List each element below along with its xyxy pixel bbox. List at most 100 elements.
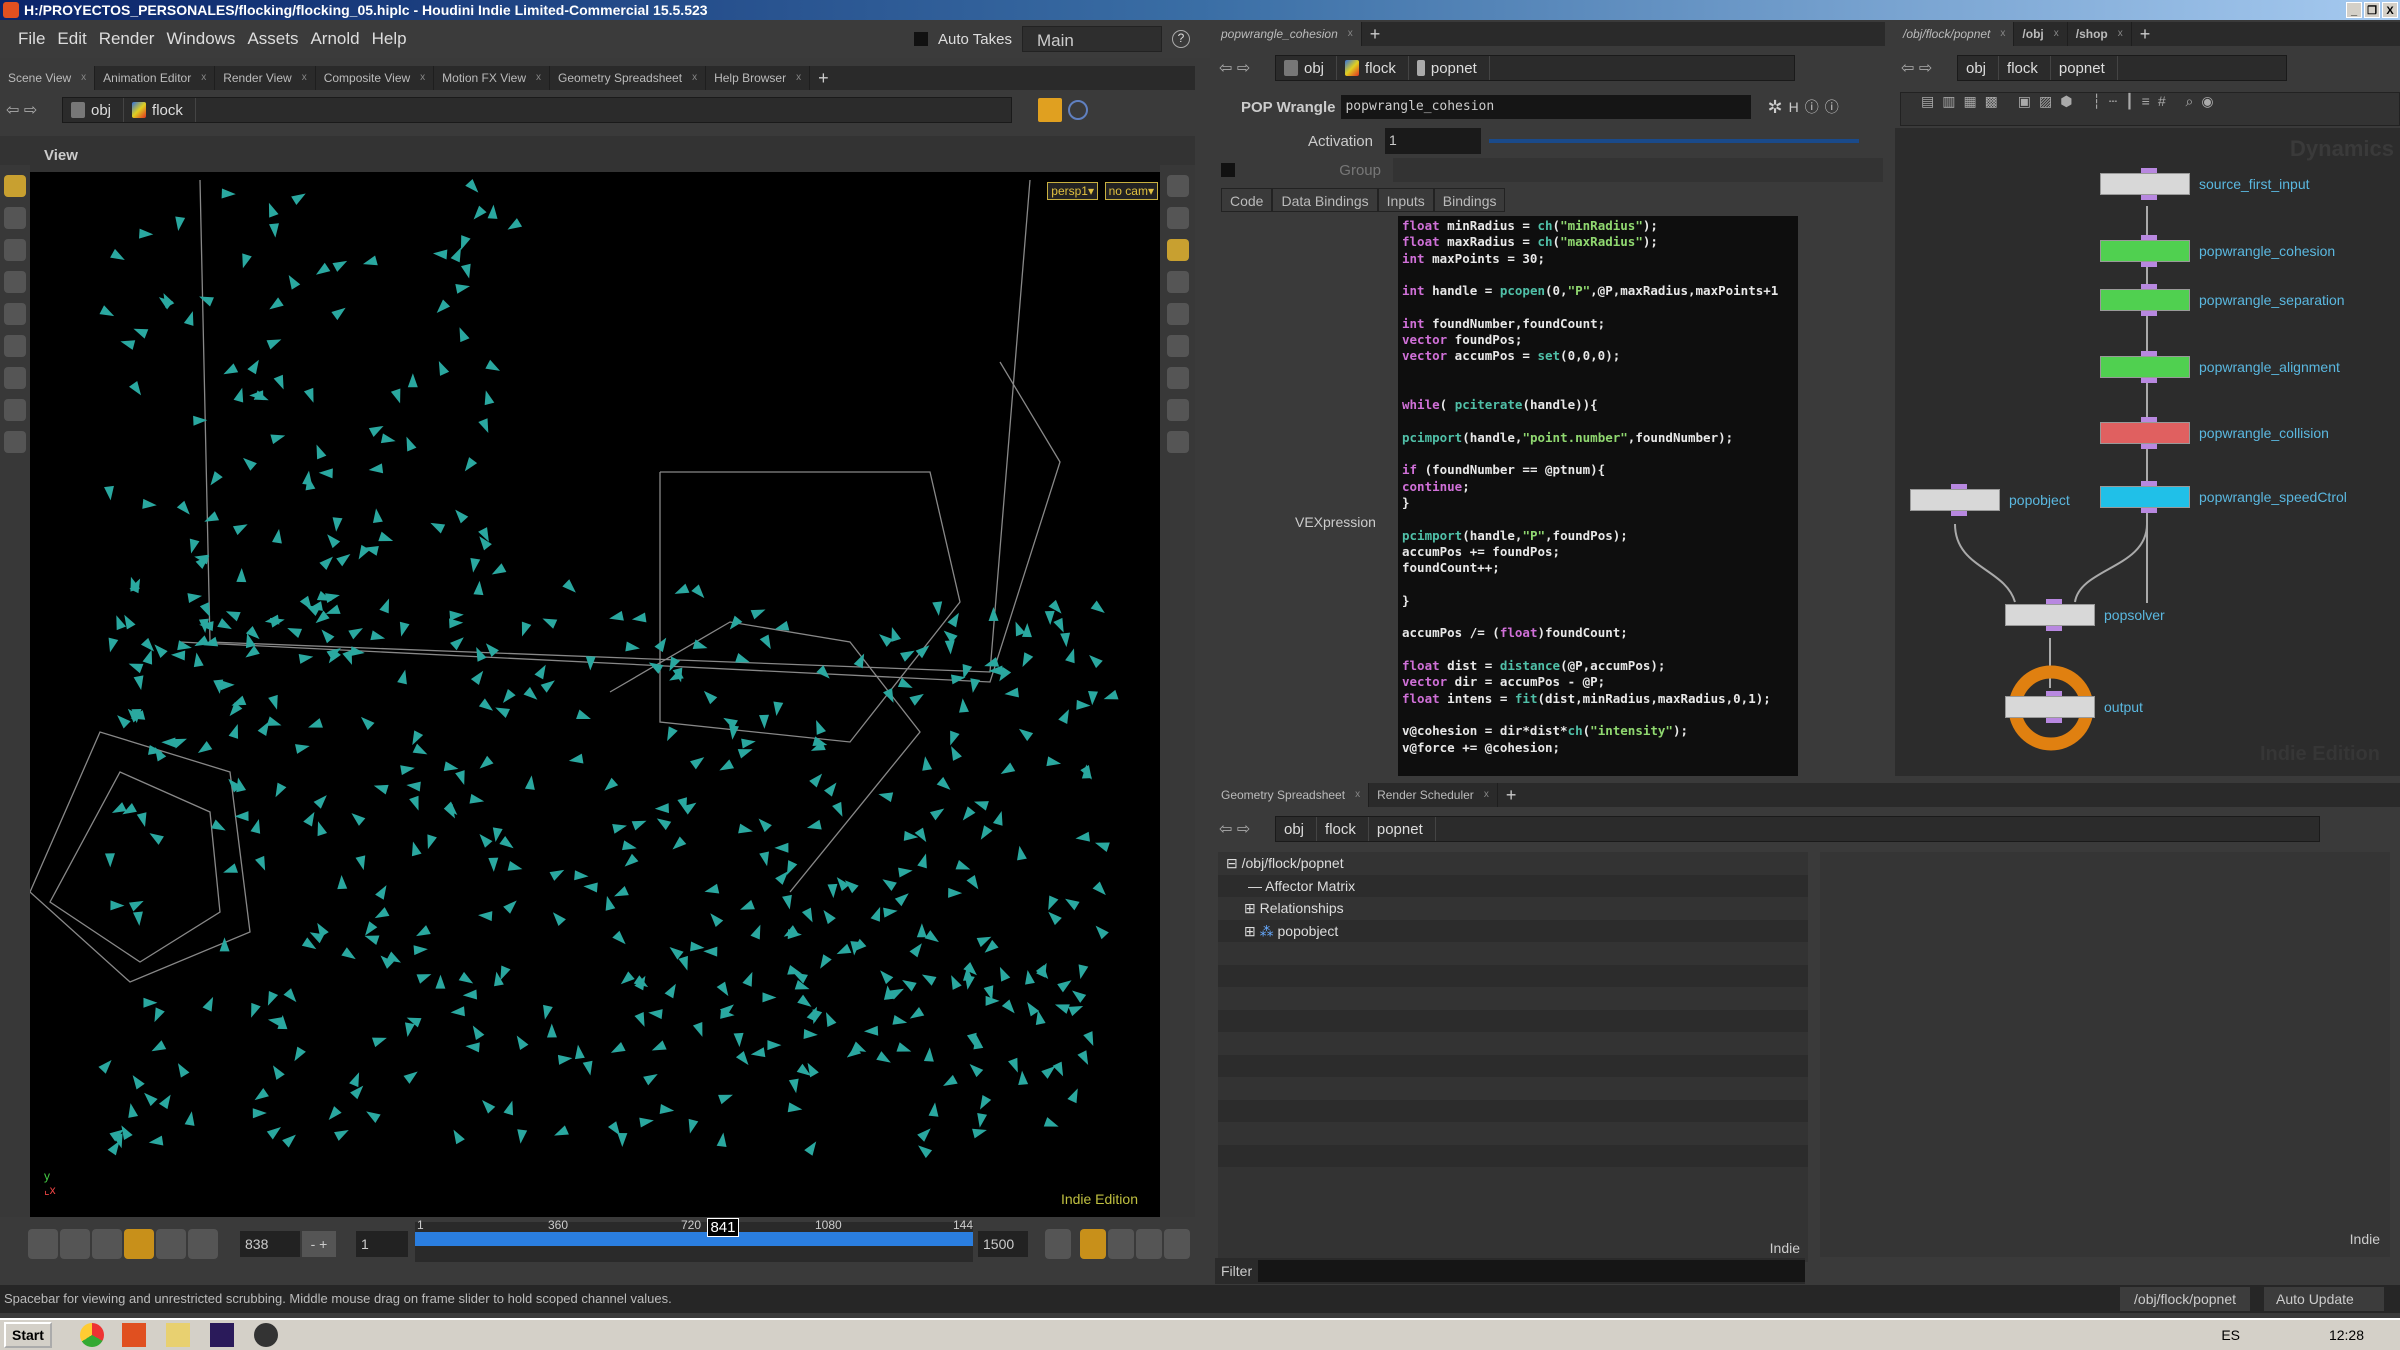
magnet-tool-icon[interactable] bbox=[4, 399, 26, 421]
3d-viewport[interactable]: persp1▾ no cam▾ Indie Edition y⌞x bbox=[30, 172, 1160, 1217]
close-tab-icon[interactable]: x bbox=[1355, 783, 1360, 807]
tab-shop[interactable]: /shopx bbox=[2068, 22, 2132, 46]
add-tab-button[interactable]: + bbox=[1362, 24, 1389, 45]
add-tab-button[interactable]: + bbox=[810, 68, 837, 89]
add-tab-button[interactable]: + bbox=[1498, 785, 1525, 806]
chrome-icon[interactable] bbox=[80, 1323, 104, 1347]
pose-tool-icon[interactable] bbox=[4, 335, 26, 357]
activation-slider[interactable] bbox=[1489, 139, 1859, 143]
menu-assets[interactable]: Assets bbox=[247, 29, 298, 49]
menu-file[interactable]: File bbox=[18, 29, 45, 49]
output-connector[interactable] bbox=[2141, 444, 2157, 449]
close-tab-icon[interactable]: x bbox=[1484, 783, 1489, 807]
scrub-frame-indicator[interactable]: 841 bbox=[707, 1218, 738, 1237]
auto-takes-checkbox[interactable] bbox=[914, 32, 928, 46]
close-tab-icon[interactable]: x bbox=[420, 66, 425, 90]
input-connector[interactable] bbox=[2046, 691, 2062, 696]
crumb-flock[interactable]: flock bbox=[1999, 56, 2051, 80]
frame-slider[interactable]: 1 360 720 1080 144 841 bbox=[415, 1222, 973, 1262]
play-icon[interactable] bbox=[156, 1229, 186, 1259]
tab-render-scheduler[interactable]: Render Schedulerx bbox=[1369, 783, 1498, 807]
activation-field[interactable]: 1 bbox=[1385, 128, 1481, 154]
help-icon[interactable]: ? bbox=[1172, 30, 1190, 48]
menu-windows[interactable]: Windows bbox=[166, 29, 235, 49]
grid-icon[interactable] bbox=[1167, 431, 1189, 453]
crumb-obj[interactable]: obj bbox=[63, 98, 124, 122]
houdini-taskbar-icon[interactable] bbox=[122, 1323, 146, 1347]
help-icon[interactable]: ⓘ bbox=[1825, 97, 1839, 117]
display-options-icon[interactable] bbox=[1167, 175, 1189, 197]
vex-code-editor[interactable]: float minRadius = ch("minRadius");float … bbox=[1398, 216, 1798, 776]
output-connector[interactable] bbox=[2141, 378, 2157, 383]
audio-icon[interactable] bbox=[1136, 1229, 1162, 1259]
node-popsolver[interactable]: popsolver bbox=[2005, 604, 2095, 626]
input-connector[interactable] bbox=[2141, 168, 2157, 173]
key-icon[interactable] bbox=[1045, 1229, 1071, 1259]
crumb-popnet[interactable]: popnet bbox=[1409, 56, 1490, 80]
tree-item-affector-matrix[interactable]: — Affector Matrix bbox=[1218, 875, 1808, 898]
tab-scene-view[interactable]: Scene Viewx bbox=[0, 66, 95, 90]
rotate-tool-icon[interactable] bbox=[4, 239, 26, 261]
filter-input[interactable] bbox=[1258, 1260, 1805, 1282]
close-button[interactable]: X bbox=[2382, 2, 2398, 18]
add-tab-button[interactable]: + bbox=[2132, 24, 2159, 45]
back-forward-icon[interactable]: ⇦ ⇨ bbox=[6, 100, 56, 120]
back-forward-icon[interactable]: ⇦ ⇨ bbox=[1901, 58, 1951, 78]
crumb-obj[interactable]: obj bbox=[1958, 56, 1999, 80]
menu-edit[interactable]: Edit bbox=[57, 29, 86, 49]
tab-bindings[interactable]: Bindings bbox=[1434, 188, 1506, 212]
restore-button[interactable]: ❐ bbox=[2364, 2, 2380, 18]
crumb-obj[interactable]: obj bbox=[1276, 56, 1337, 80]
crumb-popnet[interactable]: popnet bbox=[2051, 56, 2118, 80]
scale-tool-icon[interactable] bbox=[4, 271, 26, 293]
update-mode-select[interactable]: Auto Update bbox=[2264, 1287, 2384, 1311]
input-connector[interactable] bbox=[2141, 481, 2157, 486]
input-connector[interactable] bbox=[2141, 284, 2157, 289]
tab-animation-editor[interactable]: Animation Editorx bbox=[95, 66, 215, 90]
node-popwrangle-alignment[interactable]: popwrangle_alignment bbox=[2100, 356, 2190, 378]
node-popwrangle-speedCtrol[interactable]: popwrangle_speedCtrol bbox=[2100, 486, 2190, 508]
close-tab-icon[interactable]: x bbox=[201, 66, 206, 90]
tab-motion-fx-view[interactable]: Motion FX Viewx bbox=[434, 66, 550, 90]
move-tool-icon[interactable] bbox=[4, 207, 26, 229]
obs-icon[interactable] bbox=[254, 1323, 278, 1347]
tab-inputs[interactable]: Inputs bbox=[1378, 188, 1434, 212]
tab-code[interactable]: Code bbox=[1221, 188, 1272, 212]
language-indicator[interactable]: ES bbox=[2221, 1327, 2240, 1343]
group-enable-checkbox[interactable] bbox=[1221, 163, 1235, 177]
crumb-popnet[interactable]: popnet bbox=[1369, 817, 1436, 841]
after-effects-icon[interactable] bbox=[210, 1323, 234, 1347]
close-tab-icon[interactable]: x bbox=[2000, 22, 2005, 46]
close-tab-icon[interactable]: x bbox=[692, 66, 697, 90]
tab-popwrangle-cohesion[interactable]: popwrangle_cohesionx bbox=[1213, 22, 1362, 46]
input-connector[interactable] bbox=[2141, 417, 2157, 422]
group-field[interactable] bbox=[1393, 158, 1883, 182]
input-connector[interactable] bbox=[2046, 599, 2062, 604]
output-connector[interactable] bbox=[2046, 626, 2062, 631]
tab-render-view[interactable]: Render Viewx bbox=[215, 66, 315, 90]
desktop-select[interactable]: Main bbox=[1022, 26, 1162, 52]
menu-render[interactable]: Render bbox=[99, 29, 155, 49]
crumb-obj[interactable]: obj bbox=[1276, 817, 1317, 841]
node-source-first-input[interactable]: source_first_input bbox=[2100, 173, 2190, 195]
node-popwrangle-separation[interactable]: popwrangle_separation bbox=[2100, 289, 2190, 311]
loop-icon[interactable] bbox=[1108, 1229, 1134, 1259]
lock-icon[interactable] bbox=[1167, 207, 1189, 229]
node-name-field[interactable]: popwrangle_cohesion bbox=[1341, 95, 1751, 119]
no-cam-menu[interactable]: no cam▾ bbox=[1105, 182, 1158, 200]
tab-data-bindings[interactable]: Data Bindings bbox=[1272, 188, 1377, 212]
tree-item-relationships[interactable]: ⊞ Relationships bbox=[1218, 897, 1808, 920]
camera-menu[interactable]: persp1▾ bbox=[1047, 182, 1098, 200]
tab-popnet[interactable]: /obj/flock/popnetx bbox=[1895, 22, 2014, 46]
node-output[interactable]: output bbox=[2005, 696, 2095, 718]
info-icon[interactable]: ⓘ bbox=[1805, 97, 1819, 117]
network-tools-icons[interactable]: ▤▥▦▩ ▣▨⬢ ┆┄┃≡# ⌕◉ bbox=[1921, 93, 2222, 109]
start-frame-field[interactable]: 1 bbox=[356, 1231, 408, 1257]
viewport-canvas[interactable] bbox=[30, 172, 1160, 1217]
hscript-icon[interactable]: H bbox=[1789, 99, 1799, 115]
explorer-icon[interactable] bbox=[166, 1323, 190, 1347]
close-tab-icon[interactable]: x bbox=[796, 66, 801, 90]
realtime-toggle-icon[interactable] bbox=[1080, 1229, 1106, 1259]
crumb-flock[interactable]: flock bbox=[1337, 56, 1409, 80]
tab-geometry-spreadsheet[interactable]: Geometry Spreadsheetx bbox=[1213, 783, 1369, 807]
